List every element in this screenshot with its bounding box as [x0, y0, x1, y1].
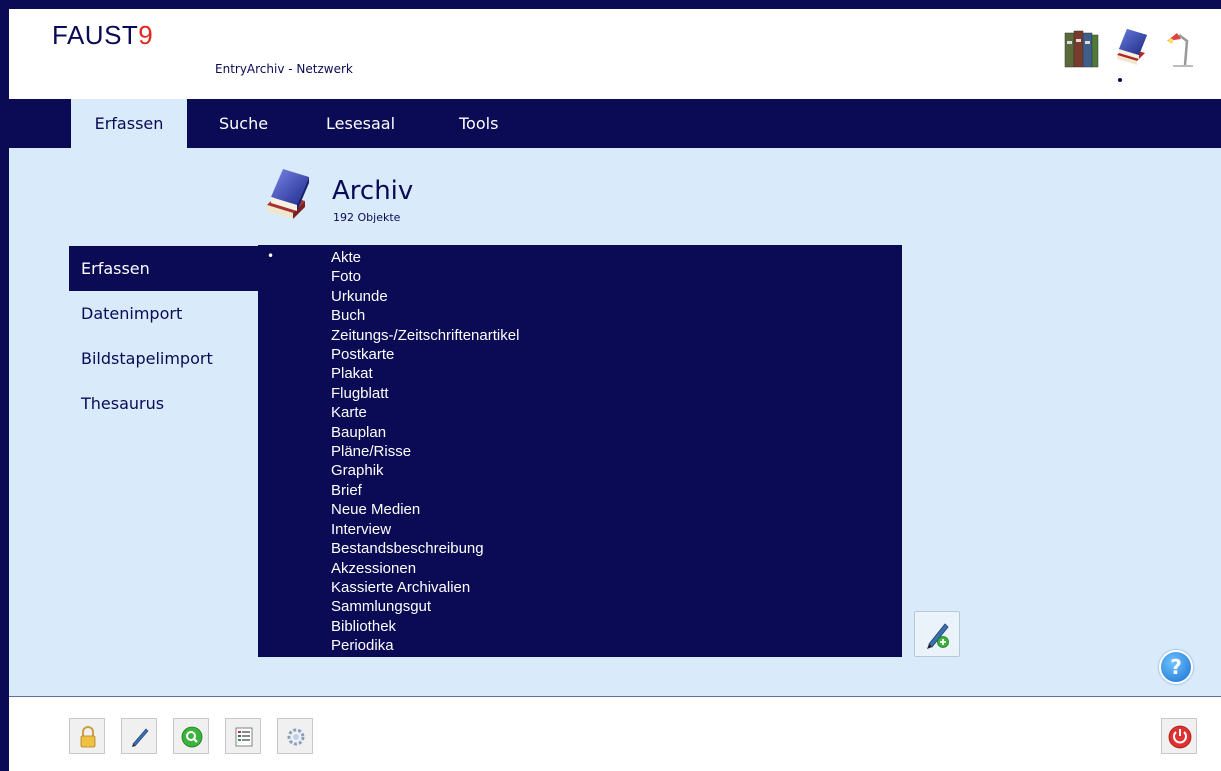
- list-item[interactable]: Buch: [331, 306, 519, 325]
- list-icon: [235, 727, 253, 747]
- search-button[interactable]: [173, 718, 209, 754]
- header-icons: [1063, 27, 1199, 69]
- archive-count: 192 Objekte: [333, 211, 401, 224]
- object-types: Akte Foto Urkunde Buch Zeitungs-/Zeitsch…: [331, 248, 519, 656]
- object-type-list: • Akte Foto Urkunde Buch Zeitungs-/Zeits…: [258, 245, 902, 657]
- archive-title: Archiv: [332, 176, 414, 206]
- list-item[interactable]: Brief: [331, 481, 519, 500]
- lock-icon: [80, 726, 96, 748]
- gear-icon: [287, 728, 305, 746]
- side-nav: Erfassen Datenimport Bildstapelimport Th…: [69, 246, 259, 426]
- books-icon: [261, 167, 319, 225]
- header: FAUST9 EntryArchiv - Netzwerk: [9, 9, 1221, 99]
- pen-add-icon: [927, 623, 949, 649]
- list-item[interactable]: Zeitungs-/Zeitschriftenartikel: [331, 326, 519, 345]
- tab-lesesaal[interactable]: Lesesaal: [314, 99, 407, 148]
- sidebar-item-erfassen[interactable]: Erfassen: [69, 246, 259, 291]
- sidebar-item-datenimport[interactable]: Datenimport: [69, 291, 259, 336]
- list-item[interactable]: Akzessionen: [331, 559, 519, 578]
- list-item[interactable]: Foto: [331, 267, 519, 286]
- sidebar-item-thesaurus[interactable]: Thesaurus: [69, 381, 259, 426]
- list-item[interactable]: Urkunde: [331, 287, 519, 306]
- logo: FAUST9: [52, 20, 153, 51]
- list-item[interactable]: Bibliothek: [331, 617, 519, 636]
- list-item[interactable]: Karte: [331, 403, 519, 422]
- power-button[interactable]: [1161, 718, 1197, 754]
- books-icon[interactable]: [1113, 27, 1149, 69]
- sidebar-item-bildstapelimport[interactable]: Bildstapelimport: [69, 336, 259, 381]
- list-item[interactable]: Interview: [331, 520, 519, 539]
- settings-button[interactable]: [277, 718, 313, 754]
- list-item[interactable]: Bauplan: [331, 423, 519, 442]
- active-indicator-dot: [1118, 78, 1122, 82]
- pen-icon: [132, 728, 149, 747]
- list-item[interactable]: Graphik: [331, 461, 519, 480]
- main-panel: Archiv 192 Objekte Erfassen Datenimport …: [9, 148, 1221, 696]
- new-entry-button[interactable]: [914, 611, 960, 657]
- binders-icon[interactable]: [1063, 27, 1099, 69]
- list-item[interactable]: Bestandsbeschreibung: [331, 539, 519, 558]
- main-nav: Erfassen Suche Lesesaal Tools: [9, 99, 1221, 148]
- search-icon: [181, 726, 203, 748]
- tab-suche[interactable]: Suche: [207, 99, 280, 148]
- list-item[interactable]: Periodika: [331, 636, 519, 655]
- list-item[interactable]: Kassierte Archivalien: [331, 578, 519, 597]
- app-title: EntryArchiv - Netzwerk: [215, 62, 353, 76]
- list-item[interactable]: Neue Medien: [331, 500, 519, 519]
- footer-toolbar: [9, 697, 1221, 771]
- list-item[interactable]: Postkarte: [331, 345, 519, 364]
- edit-button[interactable]: [121, 718, 157, 754]
- list-item[interactable]: Flugblatt: [331, 384, 519, 403]
- list-item[interactable]: Plakat: [331, 364, 519, 383]
- tab-tools[interactable]: Tools: [447, 99, 510, 148]
- list-bullet: •: [267, 249, 275, 263]
- list-item[interactable]: Sammlungsgut: [331, 597, 519, 616]
- list-item[interactable]: Akte: [331, 248, 519, 267]
- list-button[interactable]: [225, 718, 261, 754]
- tab-erfassen[interactable]: Erfassen: [71, 99, 187, 148]
- list-item[interactable]: Pläne/Risse: [331, 442, 519, 461]
- power-icon: [1168, 725, 1192, 749]
- desk-lamp-icon[interactable]: [1163, 27, 1199, 69]
- lock-button[interactable]: [69, 718, 105, 754]
- logo-text: FAUST: [52, 20, 139, 50]
- help-button[interactable]: ?: [1159, 650, 1193, 684]
- logo-suffix: 9: [138, 20, 154, 50]
